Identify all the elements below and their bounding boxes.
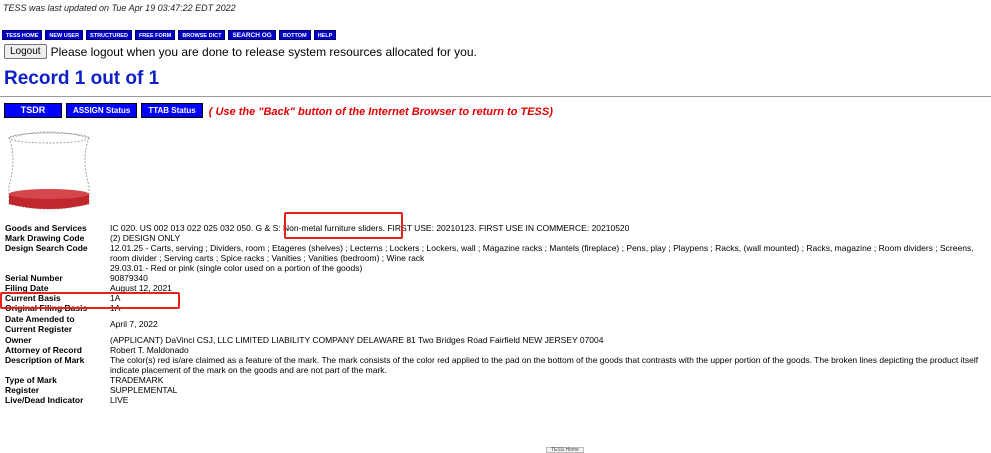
back-button-message: ( Use the "Back" button of the Internet … [208, 106, 553, 118]
field-label: Design Search Code [5, 243, 88, 253]
design-mark-image [8, 131, 90, 210]
filing-date-highlight-box [0, 292, 180, 309]
field-row: Serial Number 90879340 [3, 273, 983, 283]
field-label: Type of Mark [5, 375, 57, 385]
field-label: Register [5, 385, 40, 395]
field-label: Serial Number [5, 273, 63, 283]
design-code-2: 29.03.01 - Red or pink (single color use… [110, 263, 363, 273]
field-value: April 7, 2022 [110, 319, 158, 329]
field-label: Description of Mark [5, 355, 85, 365]
field-value: LIVE [110, 395, 129, 405]
field-value: 1A [110, 303, 121, 313]
goods-highlight-box [284, 212, 403, 239]
field-value-multiline: 12.01.25 - Carts, serving ; Dividers, ro… [108, 243, 983, 273]
field-row: Attorney of Record Robert T. Maldonado [3, 345, 983, 355]
field-row: Goods and Services IC 020. US 002 013 02… [3, 223, 983, 233]
field-row: Type of Mark TRADEMARK [3, 375, 983, 385]
logout-button[interactable]: Logout [4, 44, 47, 59]
assign-status-button[interactable]: ASSIGN Status [66, 103, 138, 118]
field-value: Robert T. Maldonado [110, 345, 189, 355]
nav-structured-button[interactable]: Structured [86, 30, 132, 40]
design-code-1: 12.01.25 - Carts, serving ; Dividers, ro… [110, 243, 974, 263]
field-label: Owner [5, 335, 32, 345]
ttab-status-button[interactable]: TTAB Status [141, 103, 203, 118]
tsdr-button[interactable]: TSDR [4, 103, 62, 118]
status-buttons-row: TSDR ASSIGN Status TTAB Status ( Use the… [4, 103, 553, 118]
field-label: Live/Dead Indicator [5, 395, 84, 405]
field-label: Mark Drawing Code [5, 233, 85, 243]
record-details-table: Goods and Services IC 020. US 002 013 02… [3, 223, 983, 405]
field-label: Date Amended to Current Register [5, 314, 75, 334]
nav-help-button[interactable]: HELP [313, 30, 337, 40]
field-label: Goods and Services [5, 223, 87, 233]
nav-bottom-button[interactable]: Bottom [278, 30, 311, 40]
divider [0, 96, 991, 97]
last-updated-text: TESS was last updated on Tue Apr 19 03:4… [3, 3, 236, 13]
logout-message: Please logout when you are done to relea… [50, 44, 477, 59]
field-row: Design Search Code 12.01.25 - Carts, ser… [3, 243, 983, 273]
field-row: Owner (APPLICANT) DaVinci CSJ, LLC LIMIT… [3, 335, 983, 345]
field-value: The color(s) red is/are claimed as a fea… [110, 355, 979, 375]
field-value: 90879340 [110, 273, 148, 283]
field-row: Live/Dead Indicator LIVE [3, 395, 983, 405]
nav-search-og-button[interactable]: SEARCH OG [228, 30, 276, 40]
nav-tess-home-button[interactable]: TESS Home [2, 30, 43, 40]
field-value: August 12, 2021 [110, 283, 172, 293]
nav-new-user-button[interactable]: New User [45, 30, 84, 40]
record-title: Record 1 out of 1 [4, 68, 160, 89]
field-value: IC 020. US 002 013 022 025 032 050. G & … [110, 223, 630, 233]
nav-free-form-button[interactable]: Free Form [134, 30, 176, 40]
tess-nav-bar: TESS Home New User Structured Free Form … [2, 30, 337, 40]
field-value: 1A [110, 293, 121, 303]
bottom-tess-home-button[interactable]: TESS Home [546, 447, 584, 453]
logout-row: Logout Please logout when you are done t… [4, 44, 477, 59]
field-row: Description of Mark The color(s) red is/… [3, 355, 983, 375]
field-row: Date Amended to Current Register April 7… [3, 313, 983, 335]
field-value: SUPPLEMENTAL [110, 385, 178, 395]
field-value: TRADEMARK [110, 375, 164, 385]
field-row: Mark Drawing Code (2) DESIGN ONLY [3, 233, 983, 243]
field-label: Attorney of Record [5, 345, 82, 355]
field-value: (2) DESIGN ONLY [110, 233, 181, 243]
field-value: (APPLICANT) DaVinci CSJ, LLC LIMITED LIA… [110, 335, 604, 345]
field-row: Register SUPPLEMENTAL [3, 385, 983, 395]
nav-browse-dict-button[interactable]: Browse Dict [178, 30, 226, 40]
